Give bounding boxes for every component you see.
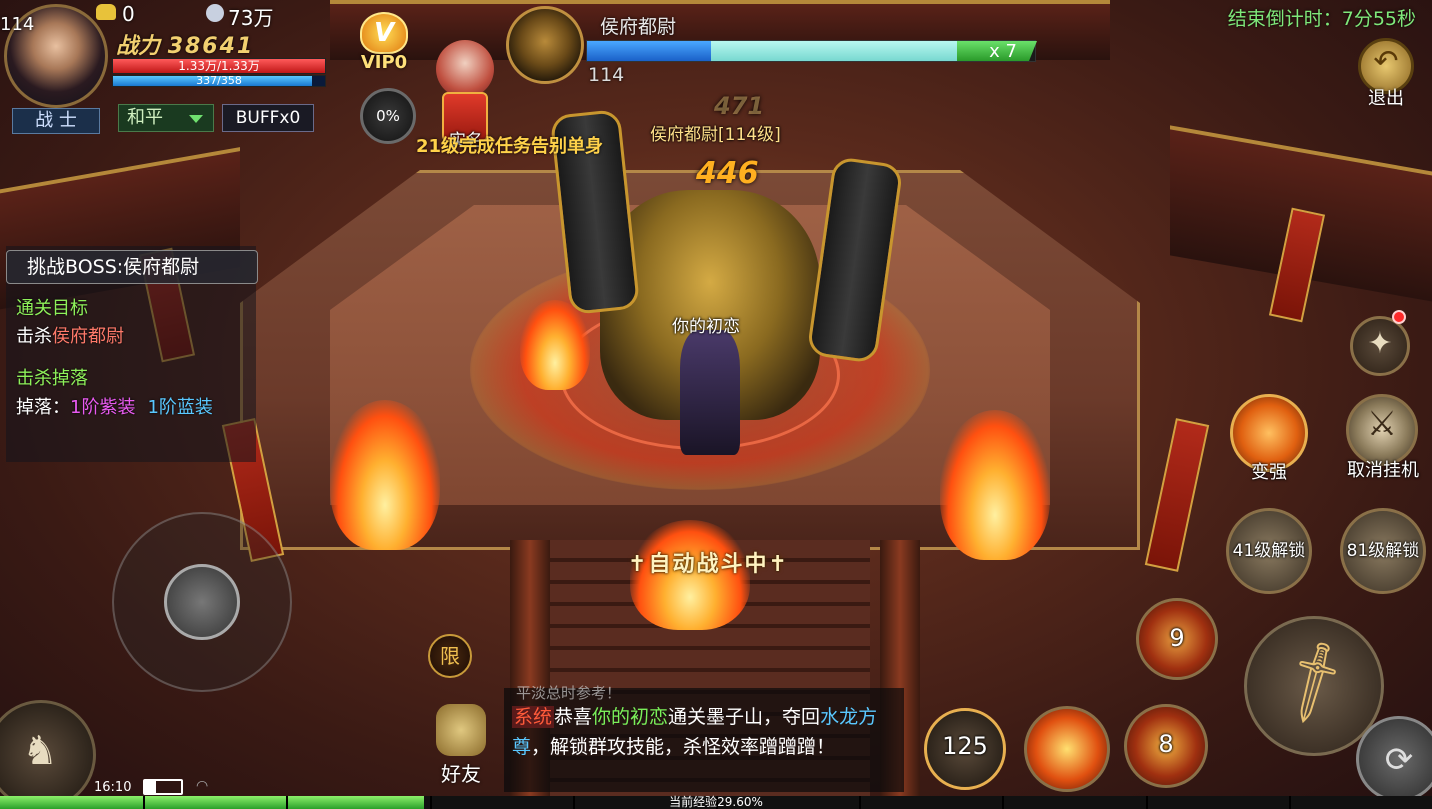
- power-label: 战力: [116, 34, 161, 59]
- banner-right: [1144, 418, 1210, 572]
- chat-message: 系统 恭喜你的初恋通关墨子山，夺回水龙方尊，解锁群攻技能，杀怪效率蹭蹭蹭！: [512, 706, 878, 758]
- boss-overhead-name: 侯府都尉[114级]: [650, 125, 781, 145]
- hero-model: [680, 330, 740, 455]
- skill-1-cooldown: 9: [1169, 624, 1185, 652]
- quest-title[interactable]: 挑战BOSS:侯府都尉: [6, 250, 258, 284]
- flame: [940, 410, 1050, 560]
- boss-level: 114: [588, 64, 625, 86]
- mp-bar: 337/358: [112, 75, 326, 87]
- drop-blue: 1阶蓝装: [147, 397, 213, 418]
- joystick-knob[interactable]: [164, 564, 240, 640]
- exit-button[interactable]: ↶ 退出: [1356, 38, 1416, 109]
- combat-power: 战力 38641: [116, 28, 254, 60]
- drop-header: 击杀掉落: [16, 368, 88, 389]
- friends-label: 好友: [441, 762, 481, 786]
- vip-label: VIP0: [360, 52, 408, 73]
- quest-marquee[interactable]: 21级完成任务告别单身: [416, 132, 603, 158]
- player-level: 114: [0, 14, 35, 35]
- hero-overhead-name: 你的初恋: [672, 317, 740, 337]
- damage-number-faded: 471: [714, 92, 765, 120]
- goal-line[interactable]: 击杀侯府都尉: [16, 322, 124, 348]
- end-countdown: 结束倒计时：7分55秒: [1227, 8, 1416, 30]
- skill-button-2[interactable]: [1024, 706, 1110, 792]
- vip-button[interactable]: V VIP0: [352, 12, 416, 76]
- flame: [520, 300, 590, 390]
- clock: 16:10: [94, 780, 132, 795]
- drop-line: 掉落：1阶紫装 1阶蓝装: [16, 397, 213, 418]
- skill-3-cooldown: 8: [1158, 730, 1174, 758]
- player-class: 战 士: [12, 108, 100, 134]
- hp-text: 1.33万/1.33万: [178, 59, 260, 73]
- gold-ingot-icon: [96, 4, 116, 20]
- experience-bar: 当前经验29.60%: [0, 795, 1432, 809]
- realname-avatar-icon: [436, 40, 494, 98]
- notification-dot: [1392, 310, 1406, 324]
- battery-icon: [143, 779, 183, 795]
- boss-hp-bar: x 7: [586, 40, 1037, 62]
- dropdown-arrow-icon: [189, 115, 203, 123]
- pk-mode-dropdown[interactable]: 和平: [118, 104, 214, 132]
- auto-fight-status: ✝自动战斗中✝: [628, 552, 789, 577]
- wifi-icon: ◠: [196, 778, 209, 794]
- gold-ingot-count: 0: [122, 2, 135, 26]
- chat-player-link[interactable]: 你的初恋: [592, 706, 668, 728]
- unlock-81-label: 81级解锁: [1346, 541, 1420, 561]
- drop-purple: 1阶紫装: [70, 397, 136, 418]
- goal-header: 通关目标: [16, 298, 88, 319]
- hp-bar: 1.33万/1.33万: [112, 58, 326, 74]
- handshake-icon: [436, 704, 486, 756]
- refresh-icon: ⟳: [1384, 740, 1414, 780]
- goal-target: 侯府都尉: [52, 326, 124, 347]
- silver-count: 73万: [228, 6, 274, 30]
- cancel-afk-label: 取消挂机: [1347, 460, 1419, 481]
- flame: [330, 400, 440, 550]
- limited-offer-button[interactable]: 限: [428, 634, 472, 678]
- damage-number: 446: [696, 156, 759, 191]
- boss-name: 侯府都尉: [600, 16, 677, 38]
- pk-mode-label: 和平: [127, 107, 163, 128]
- unlock-41-label: 41级解锁: [1232, 541, 1306, 561]
- skill-center-counter: 125: [942, 732, 988, 760]
- boss-hp-multiplier: x 7: [989, 41, 1017, 62]
- strengthen-label: 变强: [1251, 462, 1287, 483]
- crossed-swords-icon: ⚔: [1366, 404, 1398, 444]
- chat-faded-line: 平淡总时参考！: [516, 684, 622, 702]
- friends-button[interactable]: 好友: [426, 700, 496, 790]
- percent-button[interactable]: 0%: [360, 88, 416, 144]
- boss-avatar: [506, 6, 584, 84]
- silver-coin-icon: [206, 4, 224, 22]
- power-value: 38641: [167, 34, 255, 59]
- exit-label: 退出: [1368, 88, 1404, 109]
- mp-text: 337/358: [196, 74, 242, 87]
- shuriken-icon: ✦: [1367, 326, 1393, 361]
- horse-icon: ♞: [22, 728, 58, 774]
- chat-channel-tag: 系统: [512, 706, 555, 728]
- buff-button[interactable]: BUFFx0: [222, 104, 314, 132]
- experience-label: 当前经验29.60%: [669, 795, 763, 809]
